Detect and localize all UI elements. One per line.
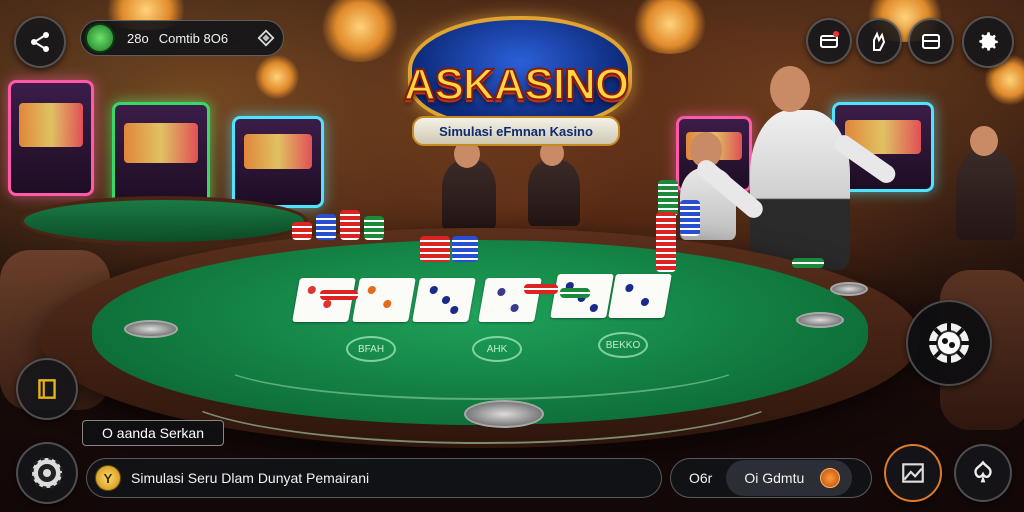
gift-cards-icon xyxy=(820,31,839,48)
book-button[interactable] xyxy=(16,358,78,420)
message-bar[interactable]: Y Simulasi Seru Dlam Dunyat Pemairani xyxy=(86,458,662,498)
patron xyxy=(442,160,496,230)
chip-stack xyxy=(340,210,360,240)
chip-menu-button[interactable] xyxy=(16,442,78,504)
side-table xyxy=(20,196,308,246)
chip-icon xyxy=(30,456,64,490)
slot-machine xyxy=(112,102,210,208)
wall-lamp xyxy=(255,55,299,99)
player-info-bar[interactable]: 28o Comtib 8O6 xyxy=(80,20,284,56)
table-cup xyxy=(464,400,544,428)
player-name: Comtib 8O6 xyxy=(158,30,229,46)
felt-badge: BFAH xyxy=(346,336,396,362)
playing-card xyxy=(608,274,672,318)
share-icon xyxy=(31,32,49,52)
action-button[interactable]: Oi Gdmtu xyxy=(726,460,853,496)
logo-subtitle: Simulasi eFmnan Kasino xyxy=(412,116,620,146)
playing-card xyxy=(352,278,416,322)
poker-chip-icon xyxy=(929,323,969,363)
chip-stack xyxy=(320,290,358,300)
gem-icon xyxy=(257,29,275,47)
chip-stack xyxy=(792,258,824,268)
patron xyxy=(528,160,580,226)
chip-stack xyxy=(656,212,676,272)
book-icon xyxy=(38,379,56,399)
share-button[interactable] xyxy=(14,16,66,68)
patron xyxy=(956,150,1016,240)
chip-stack xyxy=(316,214,336,240)
cards-icon xyxy=(974,460,992,483)
chip-stack xyxy=(658,180,678,216)
chip-stack xyxy=(420,236,450,262)
coin-badge-icon xyxy=(820,468,841,488)
felt-badge: AHK xyxy=(472,336,522,362)
chip-stack xyxy=(524,284,558,294)
game-scene: BFAH AHK BEKKO ASKASINO Simulasi eFmnan … xyxy=(0,0,1024,512)
chip-action-button[interactable] xyxy=(906,300,992,386)
chip-stack xyxy=(452,236,478,262)
playing-card xyxy=(412,278,476,322)
wallet-button[interactable] xyxy=(908,18,954,64)
chip-stack xyxy=(292,222,312,240)
dealer xyxy=(750,110,850,270)
felt-badge: BEKKO xyxy=(598,332,648,358)
balance-value: 28o xyxy=(127,30,149,46)
coin-icon xyxy=(85,23,115,53)
message-text: Simulasi Seru Dlam Dunyat Pemairani xyxy=(131,470,370,486)
cards-button[interactable] xyxy=(954,444,1012,502)
action-bar[interactable]: O6r Oi Gdmtu xyxy=(670,458,872,498)
playing-card xyxy=(292,278,356,322)
chip-stack xyxy=(680,200,700,236)
hand-icon xyxy=(873,31,886,51)
gift-cards-button[interactable] xyxy=(806,18,852,64)
table-cup xyxy=(124,320,178,338)
hand-button[interactable] xyxy=(856,18,902,64)
hint-icon: Y xyxy=(95,465,121,491)
table-cup xyxy=(830,282,868,296)
chip-stack xyxy=(560,288,590,298)
slot-machine xyxy=(232,116,324,208)
gear-icon xyxy=(979,32,998,51)
speaker-caption: O aanda Serkan xyxy=(82,420,224,446)
settings-button[interactable] xyxy=(962,16,1014,68)
action-label: Oi Gdmtu xyxy=(744,470,805,486)
logo-title: ASKASINO xyxy=(403,59,630,110)
patron-head xyxy=(970,126,998,156)
gallery-button[interactable] xyxy=(884,444,942,502)
dealer-head xyxy=(770,66,810,112)
wallet-icon xyxy=(922,34,940,49)
slot-machine xyxy=(8,80,94,196)
chip-stack xyxy=(364,216,384,240)
table-cup xyxy=(796,312,844,328)
game-logo: ASKASINO Simulasi eFmnan Kasino xyxy=(372,8,660,148)
info-value: O6r xyxy=(689,470,713,486)
image-icon xyxy=(902,463,924,483)
